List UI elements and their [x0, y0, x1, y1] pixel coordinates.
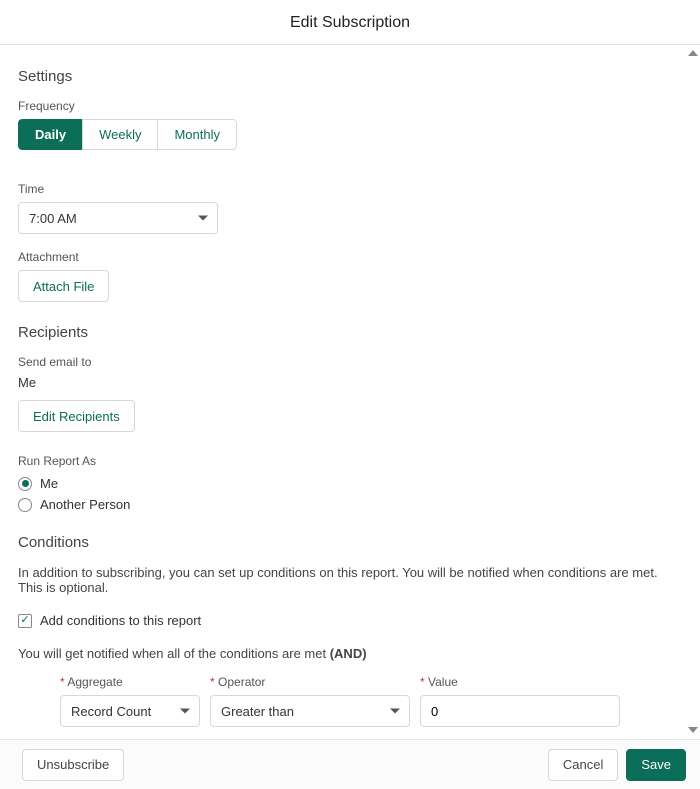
attach-file-button[interactable]: Attach File: [18, 270, 109, 302]
time-select[interactable]: 7:00 AM: [18, 202, 218, 234]
frequency-label: Frequency: [18, 99, 666, 113]
edit-recipients-button[interactable]: Edit Recipients: [18, 400, 135, 432]
conditions-heading: Conditions: [18, 534, 666, 551]
aggregate-label: Aggregate: [60, 675, 200, 689]
frequency-daily[interactable]: Daily: [18, 119, 83, 150]
notify-line: You will get notified when all of the co…: [18, 646, 666, 661]
modal-footer: Unsubscribe Cancel Save: [0, 739, 700, 789]
aggregate-value: Record Count: [71, 704, 151, 719]
operator-select[interactable]: Greater than: [210, 695, 410, 727]
time-label: Time: [18, 182, 666, 196]
modal-body: Settings Frequency Daily Weekly Monthly …: [0, 44, 688, 739]
condition-row: Aggregate Record Count Operator Greater …: [60, 675, 666, 727]
unsubscribe-button[interactable]: Unsubscribe: [22, 749, 124, 781]
value-input[interactable]: [420, 695, 620, 727]
attachment-label: Attachment: [18, 250, 666, 264]
frequency-weekly[interactable]: Weekly: [82, 119, 158, 150]
frequency-monthly[interactable]: Monthly: [157, 119, 237, 150]
run-as-me-label: Me: [40, 476, 58, 491]
run-as-label: Run Report As: [18, 454, 666, 468]
scroll-down-arrow[interactable]: [688, 727, 698, 733]
send-to-label: Send email to: [18, 355, 666, 369]
conditions-help-text: In addition to subscribing, you can set …: [18, 565, 666, 595]
checkbox-icon: [18, 614, 32, 628]
modal-title: Edit Subscription: [0, 0, 700, 45]
operator-label: Operator: [210, 675, 410, 689]
value-label: Value: [420, 675, 620, 689]
aggregate-select[interactable]: Record Count: [60, 695, 200, 727]
notify-bold: (AND): [330, 646, 367, 661]
radio-icon: [18, 477, 32, 491]
add-conditions-label: Add conditions to this report: [40, 613, 201, 628]
settings-heading: Settings: [18, 68, 666, 85]
radio-icon: [18, 498, 32, 512]
run-as-other-label: Another Person: [40, 497, 130, 512]
scroll-up-arrow[interactable]: [688, 50, 698, 56]
notify-prefix: You will get notified when all of the co…: [18, 646, 330, 661]
run-as-other-radio[interactable]: Another Person: [18, 497, 666, 512]
cancel-button[interactable]: Cancel: [548, 749, 618, 781]
frequency-segmented: Daily Weekly Monthly: [18, 119, 237, 150]
send-to-value: Me: [18, 375, 666, 390]
operator-value: Greater than: [221, 704, 294, 719]
time-value: 7:00 AM: [29, 211, 77, 226]
add-conditions-checkbox[interactable]: Add conditions to this report: [18, 613, 666, 628]
run-as-me-radio[interactable]: Me: [18, 476, 666, 491]
recipients-heading: Recipients: [18, 324, 666, 341]
save-button[interactable]: Save: [626, 749, 686, 781]
